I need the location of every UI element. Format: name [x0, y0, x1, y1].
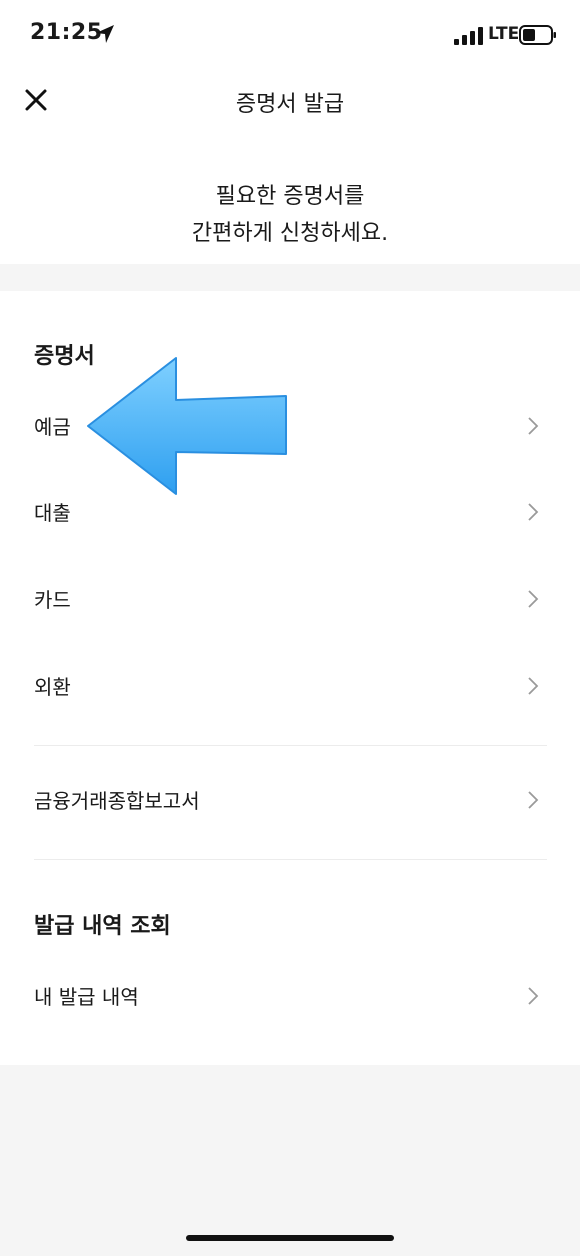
chevron-right-icon — [528, 590, 539, 608]
menu-item-label: 외환 — [34, 675, 71, 699]
menu-item-label: 대출 — [34, 501, 71, 525]
chevron-right-icon — [528, 677, 539, 695]
section-heading-history: 발급 내역 조회 — [34, 914, 171, 939]
intro-line-1: 필요한 증명서를 — [215, 184, 365, 209]
menu-item-my-history[interactable]: 내 발급 내역 — [0, 955, 580, 1039]
location-arrow-icon — [96, 25, 114, 43]
battery-icon — [519, 25, 556, 45]
status-time: 21:25 — [30, 20, 103, 45]
status-bar: 21:25 LTE — [0, 0, 580, 72]
divider — [34, 745, 547, 746]
menu-item-label: 예금 — [34, 415, 71, 439]
home-indicator — [186, 1235, 394, 1241]
navigation-bar: 증명서 발급 — [0, 72, 580, 132]
menu-item-financial-report[interactable]: 금융거래종합보고서 — [0, 759, 580, 843]
chevron-right-icon — [528, 503, 539, 521]
chevron-right-icon — [528, 417, 539, 435]
menu-item-label: 내 발급 내역 — [34, 985, 139, 1009]
annotation-arrow-icon — [87, 357, 287, 495]
menu-item-label: 카드 — [34, 588, 71, 612]
menu-item-foreign-exchange[interactable]: 외환 — [0, 645, 580, 729]
divider — [34, 859, 547, 860]
menu-item-label: 금융거래종합보고서 — [34, 789, 200, 813]
signal-bars-icon — [454, 27, 483, 45]
page-title: 증명서 발급 — [235, 92, 345, 117]
top-area: 21:25 LTE 증명서 발급 필요한 증명서를 간편하게 신청하세요. — [0, 0, 580, 264]
chevron-right-icon — [528, 987, 539, 1005]
intro-line-2: 간편하게 신청하세요. — [191, 221, 389, 246]
network-type: LTE — [488, 24, 520, 44]
menu-item-card[interactable]: 카드 — [0, 558, 580, 642]
chevron-right-icon — [528, 791, 539, 809]
intro-text: 필요한 증명서를 간편하게 신청하세요. — [0, 178, 580, 252]
